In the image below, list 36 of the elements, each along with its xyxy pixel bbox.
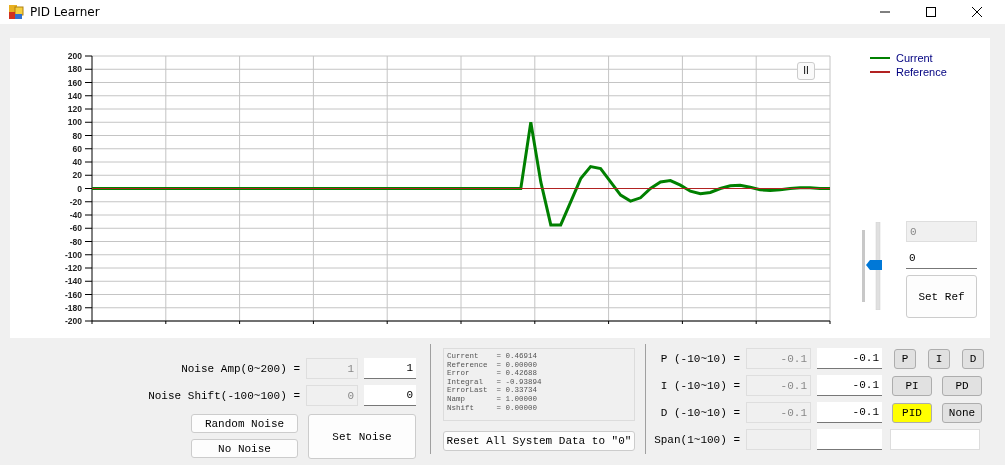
- readout-field: 1: [306, 358, 358, 379]
- tick-label: -160: [65, 289, 82, 300]
- tick-label: -180: [65, 302, 82, 313]
- tick-label: -100: [65, 249, 82, 260]
- tick-label: -60: [69, 223, 82, 234]
- tick-label: 180: [67, 64, 82, 75]
- readout-field: -0.1: [746, 402, 811, 423]
- legend-label: Reference: [896, 66, 947, 78]
- tick-label: 120: [67, 104, 82, 114]
- tick-label: 160: [67, 77, 82, 88]
- tick-label: 40: [72, 157, 82, 167]
- tick-label: -120: [65, 263, 82, 273]
- tick-label: 100: [67, 117, 82, 128]
- tick-label: 200: [67, 51, 82, 61]
- parameter-label: I (-10~10) =: [659, 379, 740, 392]
- reference-readout-field: 0: [906, 221, 977, 242]
- readout-field: 0: [306, 385, 358, 406]
- tick-label: -140: [65, 276, 82, 287]
- parameter-label: Noise Amp(0~200) =: [181, 362, 300, 375]
- tick-label: -40: [69, 210, 82, 220]
- tick-label: 60: [72, 143, 82, 154]
- tick-label: 20: [72, 170, 82, 181]
- parameter-label: Span(1~100) =: [654, 433, 740, 446]
- legend-label: Current: [896, 52, 933, 64]
- parameter-label: D (-10~10) =: [659, 406, 740, 419]
- parameter-label: Noise Shift(-100~100) =: [148, 389, 300, 402]
- tick-label: 80: [72, 130, 82, 141]
- tick-label: 0: [77, 183, 82, 194]
- tick-label: -20: [69, 196, 82, 207]
- tick-label: 140: [67, 90, 82, 101]
- tick-label: -200: [65, 316, 82, 326]
- tick-label: -80: [69, 236, 82, 247]
- readout-field: -0.1: [746, 348, 811, 369]
- parameter-label: P (-10~10) =: [659, 352, 740, 365]
- window-title: PID Learner: [30, 5, 100, 19]
- readout-field: -0.1: [746, 375, 811, 396]
